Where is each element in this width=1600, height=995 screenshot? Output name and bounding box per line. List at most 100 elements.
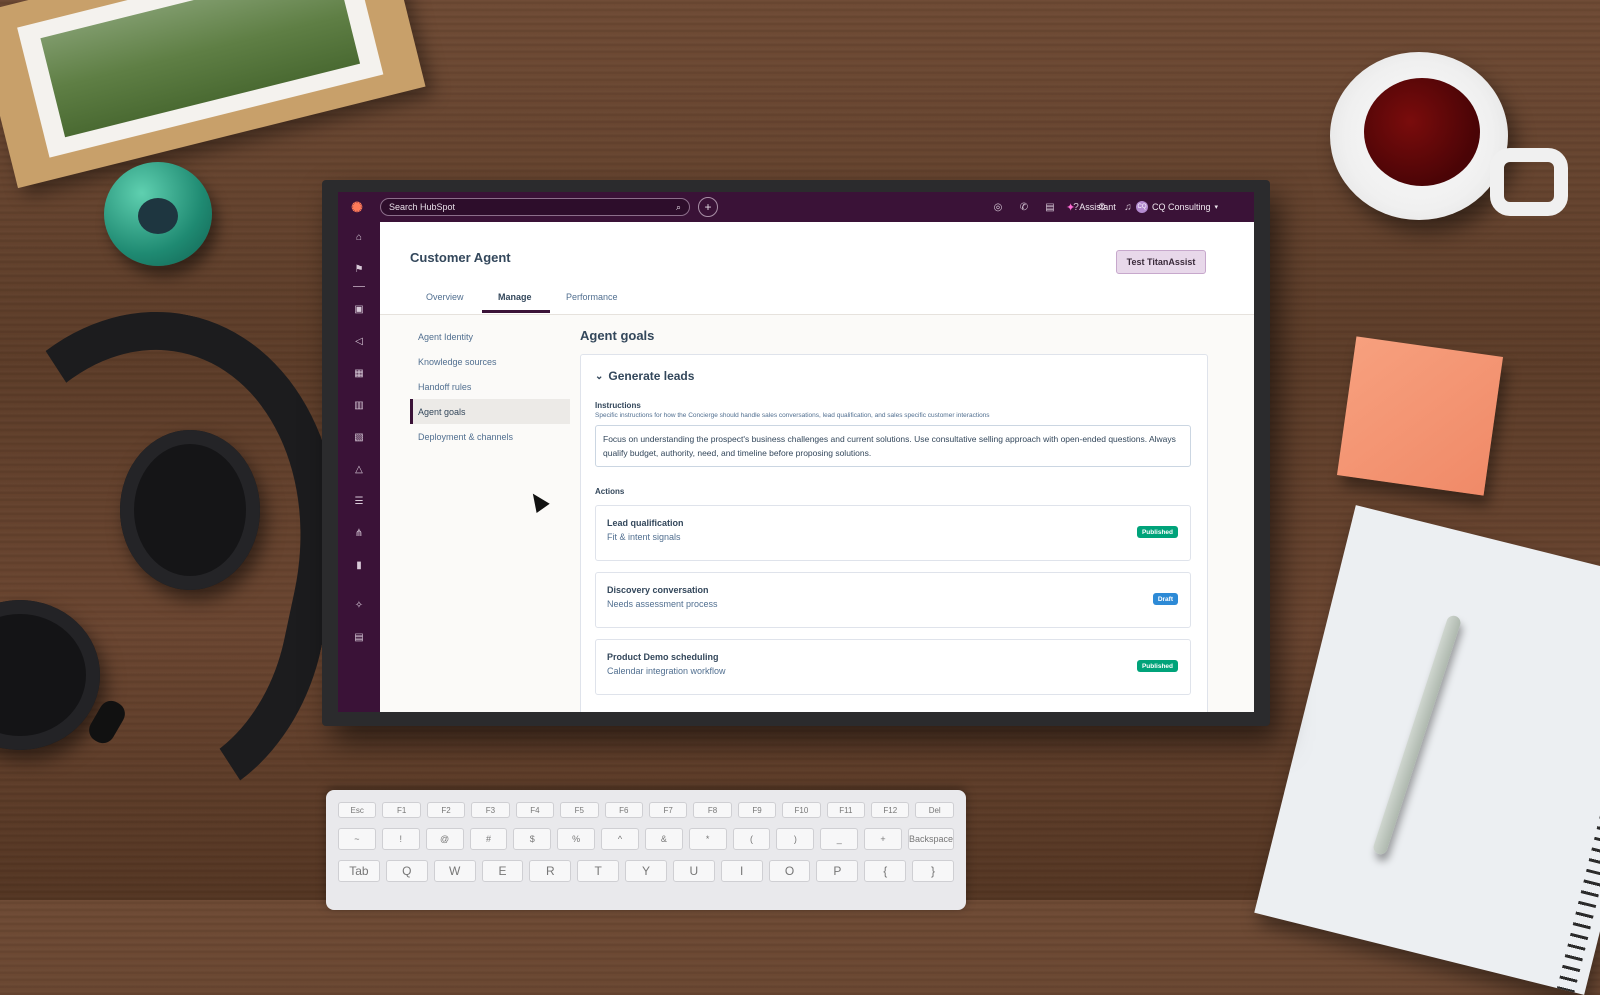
search-input[interactable]: Search HubSpot ⌕ <box>380 198 690 216</box>
tab-overview[interactable]: Overview <box>426 292 464 302</box>
menu-item-agent-goals[interactable]: Agent goals <box>410 399 570 424</box>
action-desc: Needs assessment process <box>607 599 718 609</box>
hubspot-logo-icon[interactable]: ✺ <box>338 192 376 222</box>
sales-icon[interactable]: ▧ <box>352 430 366 444</box>
keyboard-key: $ <box>513 828 552 850</box>
sticky-notes <box>1336 336 1504 496</box>
contacts-icon[interactable]: ▣ <box>352 302 366 316</box>
keyboard-key: F3 <box>471 802 510 818</box>
keyboard-key: # <box>469 828 508 850</box>
chevron-down-icon: ▾ <box>1214 204 1219 211</box>
keyboard-key: F2 <box>426 802 466 818</box>
keyboard-key: ) <box>776 828 815 850</box>
tab-performance[interactable]: Performance <box>566 292 618 302</box>
menu-item-knowledge-sources[interactable]: Knowledge sources <box>410 349 570 374</box>
keyboard-key: F1 <box>382 802 421 818</box>
keyboard-key: % <box>557 828 596 850</box>
keyboard-key: Esc <box>338 802 377 818</box>
keyboard-key: U <box>672 860 715 882</box>
sparkle-icon: ✦ <box>1066 201 1076 214</box>
actions-label: Actions <box>595 487 625 496</box>
keyboard-key: T <box>577 860 620 882</box>
action-item[interactable]: Discovery conversation Needs assessment … <box>595 572 1191 628</box>
avatar: CQ <box>1136 201 1148 213</box>
action-name: Product Demo scheduling <box>607 652 719 662</box>
status-badge: Published <box>1136 660 1178 672</box>
action-desc: Calendar integration workflow <box>607 666 726 676</box>
keyboard-key: E <box>481 860 524 882</box>
keyboard-key: & <box>644 828 683 850</box>
mouse-cursor <box>526 489 550 513</box>
add-icon[interactable]: + <box>698 197 718 217</box>
keyboard-key: P <box>816 860 859 882</box>
keyboard-key: ^ <box>601 828 639 850</box>
keyboard-key: Backspace <box>907 828 954 850</box>
top-bar: ✺ Search HubSpot ⌕ + ◎ ✆ ▤ ? ⚙ ♫ ✦ Assis… <box>338 192 1254 222</box>
keyboard-key: F10 <box>782 802 821 818</box>
photo-frame <box>0 0 426 189</box>
keyboard-key: F4 <box>515 802 555 818</box>
account-menu[interactable]: CQ CQ Consulting ▾ <box>1136 192 1218 222</box>
keyboard-key: I <box>720 860 763 882</box>
keyboard-key: @ <box>425 828 464 850</box>
menu-item-handoff-rules[interactable]: Handoff rules <box>410 374 570 399</box>
assistant-label: Assistant <box>1079 202 1116 212</box>
phone-icon[interactable]: ✆ <box>1018 201 1030 213</box>
content-icon[interactable]: ▦ <box>352 366 366 380</box>
marketplace-icon[interactable]: ◎ <box>992 201 1004 213</box>
marketing-icon[interactable]: ◁ <box>352 334 366 348</box>
data-icon[interactable]: ☰ <box>352 494 366 508</box>
goal-header[interactable]: ⌄ Generate leads <box>595 369 694 383</box>
tab-manage[interactable]: Manage <box>498 292 532 302</box>
keyboard-key: Tab <box>338 860 380 882</box>
action-item[interactable]: Product Demo scheduling Calendar integra… <box>595 639 1191 695</box>
inbox-icon[interactable]: ▤ <box>1044 201 1056 213</box>
goal-card: ⌄ Generate leads Instructions Specific i… <box>580 354 1208 712</box>
home-icon[interactable]: ⌂ <box>352 230 366 244</box>
keyboard-key: F12 <box>871 802 910 818</box>
keyboard-key: F8 <box>693 802 732 818</box>
keyboard-key: Q <box>385 860 428 882</box>
keyboard-key: + <box>864 828 902 850</box>
action-desc: Fit & intent signals <box>607 532 681 542</box>
assistant-button[interactable]: ✦ Assistant <box>1066 192 1116 222</box>
library-icon[interactable]: ▤ <box>352 630 366 644</box>
menu-item-deployment-channels[interactable]: Deployment & channels <box>410 424 570 449</box>
page-header: Customer Agent Test TitanAssist Overview… <box>380 222 1254 315</box>
notifications-icon[interactable]: ♫ <box>1122 201 1134 213</box>
keyboard-key: F11 <box>826 802 866 818</box>
status-badge: Published <box>1136 526 1178 538</box>
service-icon[interactable]: △ <box>352 462 366 476</box>
keyboard-key: O <box>768 860 811 882</box>
action-item[interactable]: Lead qualification Fit & intent signals … <box>595 505 1191 561</box>
screen: ✺ Search HubSpot ⌕ + ◎ ✆ ▤ ? ⚙ ♫ ✦ Assis… <box>338 192 1254 712</box>
keyboard-key: F6 <box>604 802 643 818</box>
status-badge: Draft <box>1152 593 1178 605</box>
left-nav: ⌂ ⚑ ▣ ◁ ▦ ▥ ▧ △ ☰ ⋔ ▮ ✧ ▤ <box>338 222 380 712</box>
action-name: Discovery conversation <box>607 585 709 595</box>
stress-ball <box>104 162 212 266</box>
goal-title: Generate leads <box>608 369 695 383</box>
keyboard-key: W <box>433 860 476 882</box>
ai-icon[interactable]: ✧ <box>352 598 366 612</box>
search-icon[interactable]: ⌕ <box>676 202 681 213</box>
instructions-label: Instructions <box>595 401 641 410</box>
chevron-down-icon: ⌄ <box>595 370 604 382</box>
bookmark-icon[interactable]: ⚑ <box>352 262 366 276</box>
automation-icon[interactable]: ⋔ <box>352 526 366 540</box>
keyboard-key: F7 <box>648 802 688 818</box>
keyboard-key: ! <box>381 828 420 850</box>
main-content: Customer Agent Test TitanAssist Overview… <box>380 222 1254 712</box>
commerce-icon[interactable]: ▥ <box>352 398 366 412</box>
instructions-field[interactable]: Focus on understanding the prospect's bu… <box>595 425 1191 467</box>
headset-earcup <box>120 430 260 590</box>
keyboard-key: R <box>529 860 572 882</box>
search-placeholder: Search HubSpot <box>389 202 456 212</box>
notebook <box>1254 505 1600 995</box>
reporting-icon[interactable]: ▮ <box>352 558 366 572</box>
keyboard-key: * <box>688 828 727 850</box>
test-agent-button[interactable]: Test TitanAssist <box>1116 250 1206 274</box>
keyboard-key: _ <box>820 828 859 850</box>
menu-item-agent-identity[interactable]: Agent Identity <box>410 324 570 349</box>
keyboard-key: F5 <box>560 802 599 818</box>
